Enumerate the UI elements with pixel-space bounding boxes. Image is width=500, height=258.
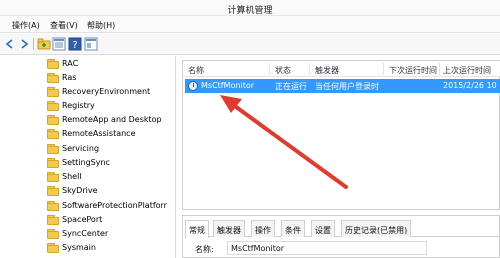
tree-item-softwareprotectionplatform[interactable]: SoftwareProtectionPlatforr (47, 199, 175, 213)
menu-view[interactable]: 查看(V) (50, 20, 78, 31)
folder-icon (47, 73, 59, 83)
column-header-status[interactable]: 状态 (275, 65, 291, 76)
tab-actions[interactable]: 操作 (251, 220, 275, 237)
folder-icon (47, 215, 59, 225)
task-name: MsCtfMonitor (201, 81, 255, 90)
tree-item-remoteassistance[interactable]: RemoteAssistance (47, 127, 175, 141)
tree-item-ras[interactable]: Ras (47, 71, 175, 85)
tab-general[interactable]: 常规 (185, 220, 209, 238)
tree-item-synccenter[interactable]: SyncCenter (47, 227, 175, 241)
folder-icon (47, 186, 59, 196)
folder-icon (47, 144, 59, 154)
name-field-label: 名称: (195, 245, 214, 254)
help-icon[interactable]: ? (68, 37, 82, 51)
column-header-trigger[interactable]: 触发器 (315, 65, 339, 76)
folder-icon (47, 243, 59, 253)
tree-item-remoteapp[interactable]: RemoteApp and Desktop (47, 113, 175, 127)
task-last-run: 2015/2/26 10 (443, 81, 497, 90)
tab-conditions[interactable]: 条件 (281, 220, 305, 237)
tree-item-spaceport[interactable]: SpacePort (47, 213, 175, 227)
column-header-name[interactable]: 名称 (188, 65, 204, 76)
folder-icon (47, 229, 59, 239)
folder-icon (47, 129, 59, 139)
task-detail-panel: 常规 触发器 操作 条件 设置 历史记录(已禁用) 名称: MsCtfMonit… (182, 215, 500, 258)
window-title: 计算机管理 (227, 6, 273, 16)
details-icon[interactable] (52, 37, 66, 51)
task-list: 名称 状态 触发器 下次运行时间 上次运行时间 MsCtfMonitor 正在运… (182, 60, 500, 210)
column-header-last-run[interactable]: 上次运行时间 (443, 65, 491, 76)
column-divider[interactable] (439, 63, 440, 75)
tree-item-rac[interactable]: RAC (47, 57, 175, 71)
back-icon[interactable] (3, 37, 17, 51)
task-list-header: 名称 状态 触发器 下次运行时间 上次运行时间 (183, 61, 500, 77)
folder-icon (47, 101, 59, 111)
tree-item-servicing[interactable]: Servicing (47, 142, 175, 156)
menu-action[interactable]: 操作(A) (12, 20, 40, 31)
tree-item-skydrive[interactable]: SkyDrive (47, 184, 175, 198)
column-divider[interactable] (383, 63, 384, 75)
toolbar: ? (0, 34, 500, 55)
tree-item-registry[interactable]: Registry (47, 99, 175, 113)
tab-triggers[interactable]: 触发器 (213, 220, 245, 237)
folder-tree: RAC Ras RecoveryEnvironment Registry Rem… (0, 56, 176, 258)
name-field[interactable]: MsCtfMonitor (227, 241, 427, 255)
column-divider[interactable] (269, 63, 270, 75)
column-divider[interactable] (309, 63, 310, 75)
folder-icon[interactable] (37, 37, 51, 51)
column-header-next-run[interactable]: 下次运行时间 (389, 65, 437, 76)
menu-bar: 操作(A) 查看(V) 帮助(H) (0, 16, 500, 33)
tree-item-recoveryenvironment[interactable]: RecoveryEnvironment (47, 85, 175, 99)
detail-tabs: 常规 触发器 操作 条件 设置 历史记录(已禁用) (185, 220, 499, 238)
task-status: 正在运行 (275, 82, 307, 91)
svg-text:?: ? (72, 40, 77, 51)
title-bar: 计算机管理 (0, 0, 500, 16)
tree-item-shell[interactable]: Shell (47, 170, 175, 184)
task-icon (188, 81, 198, 91)
forward-icon[interactable] (17, 37, 31, 51)
folder-icon (47, 115, 59, 125)
tab-settings[interactable]: 设置 (311, 220, 335, 237)
folder-icon (47, 172, 59, 182)
menu-help[interactable]: 帮助(H) (87, 20, 115, 31)
table-row[interactable]: MsCtfMonitor 正在运行 当任何用户登录时 2015/2/26 10 (185, 79, 500, 93)
folder-icon (47, 158, 59, 168)
properties-icon[interactable] (84, 37, 98, 51)
folder-icon (47, 87, 59, 97)
tab-history[interactable]: 历史记录(已禁用) (341, 220, 412, 237)
folder-icon (47, 59, 59, 69)
task-trigger: 当任何用户登录时 (315, 82, 379, 91)
folder-icon (47, 201, 59, 211)
tree-item-sysmain[interactable]: Sysmain (47, 241, 175, 255)
tree-item-settingsync[interactable]: SettingSync (47, 156, 175, 170)
toolbar-separator (33, 38, 34, 50)
